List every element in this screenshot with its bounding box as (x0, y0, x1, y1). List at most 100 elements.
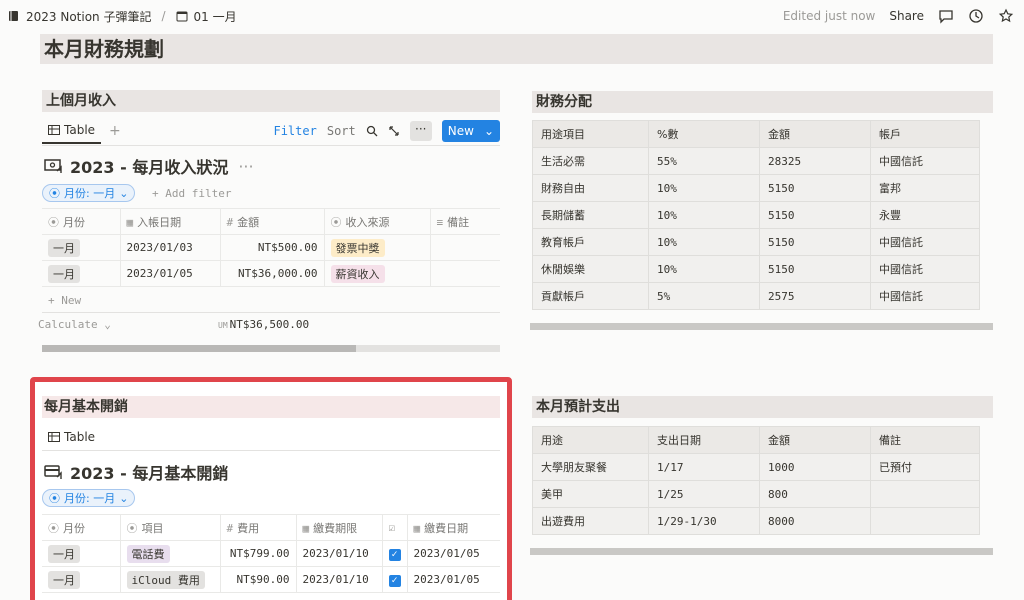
expand-icon[interactable] (388, 125, 400, 137)
col-source[interactable]: ⦿ 收入來源 (324, 208, 431, 235)
col-month[interactable]: ⦿ 月份 (42, 514, 121, 541)
table-cell[interactable]: 教育帳戶 (532, 228, 649, 256)
filter-button[interactable]: Filter (273, 124, 316, 138)
col-note[interactable]: ≡ 備註 (430, 208, 500, 235)
cost-cell[interactable]: NT$799.00 (220, 540, 297, 567)
table-cell[interactable]: 中國信託 (870, 255, 980, 283)
expenses-table: ⦿ 月份 ⦿ 項目 # 費用 ▦ 繳費期限 ☑ ▦ 繳費日期 一月 電話費 NT$799.… (42, 514, 500, 593)
table-row[interactable]: 一月 iCloud 費用 NT$90.00 2023/01/10 ✓ 2023/… (42, 566, 500, 593)
add-filter-button[interactable]: + Add filter (152, 187, 231, 200)
col-date[interactable]: ▦ 入帳日期 (120, 208, 221, 235)
number-icon: # (226, 521, 234, 535)
col-checkbox[interactable]: ☑ (382, 514, 408, 541)
table-cell[interactable]: 1/25 (648, 480, 760, 508)
table-cell[interactable]: 中國信託 (870, 147, 980, 175)
table-cell[interactable]: 10% (648, 201, 760, 229)
col-item[interactable]: ⦿ 項目 (120, 514, 221, 541)
col-paid-date[interactable]: ▦ 繳費日期 (407, 514, 500, 541)
more-options-button[interactable]: ··· (409, 121, 432, 141)
table-cell[interactable]: 貢獻帳戶 (532, 282, 649, 310)
cost-cell[interactable]: NT$90.00 (220, 566, 297, 593)
table-cell[interactable] (870, 507, 980, 535)
comment-icon[interactable] (938, 8, 954, 24)
table-cell[interactable]: 55% (648, 147, 760, 175)
new-button[interactable]: New ⌄ (441, 120, 500, 142)
paid-date-cell[interactable]: 2023/01/05 (407, 566, 500, 593)
clock-icon[interactable] (968, 8, 984, 24)
header-cell: %數 (648, 120, 760, 148)
month-filter-chip[interactable]: ⦿ 月份: 一月 ⌄ (42, 184, 136, 202)
table-cell[interactable]: 1/17 (648, 453, 760, 481)
table-cell[interactable]: 2575 (759, 282, 871, 310)
paid-checkbox[interactable]: ✓ (388, 548, 401, 561)
date-cell[interactable]: 2023/01/03 (120, 234, 221, 261)
date-cell[interactable]: 2023/01/05 (120, 260, 221, 287)
table-cell[interactable]: 大學朋友聚餐 (532, 453, 649, 481)
table-cell[interactable]: 5% (648, 282, 760, 310)
table-cell[interactable]: 10% (648, 255, 760, 283)
table-cell[interactable] (870, 480, 980, 508)
note-cell[interactable] (430, 234, 500, 261)
tab-table[interactable]: Table (42, 118, 102, 144)
col-due[interactable]: ▦ 繳費期限 (296, 514, 383, 541)
scrollbar-thumb[interactable] (42, 345, 356, 352)
table-cell[interactable]: 800 (759, 480, 871, 508)
sum-value: UM NT$36,500.00 (218, 318, 309, 331)
horizontal-scrollbar[interactable] (530, 548, 993, 555)
filter-circle-icon: ⦿ (49, 187, 60, 200)
table-cell[interactable]: 永豐 (870, 201, 980, 229)
table-cell[interactable]: 1000 (759, 453, 871, 481)
tab-table[interactable]: Table (42, 424, 101, 450)
planned-table: 用途 支出日期 金額 備註 大學朋友聚餐 1/17 1000 已預付 美甲 1/… (532, 426, 980, 535)
amount-cell[interactable]: NT$36,000.00 (220, 260, 325, 287)
col-month[interactable]: ⦿ 月份 (42, 208, 121, 235)
table-cell[interactable]: 中國信託 (870, 282, 980, 310)
breadcrumb-item-notebook[interactable]: 2023 Notion 子彈筆記 (26, 8, 151, 25)
table-cell[interactable]: 長期儲蓄 (532, 201, 649, 229)
table-cell[interactable]: 5150 (759, 255, 871, 283)
income-db-title-text: 2023 - 每月收入狀況 (70, 158, 229, 177)
table-cell[interactable]: 中國信託 (870, 228, 980, 256)
share-button[interactable]: Share (889, 9, 924, 23)
table-cell[interactable]: 5150 (759, 174, 871, 202)
table-cell[interactable]: 5150 (759, 201, 871, 229)
col-amount[interactable]: # 金額 (220, 208, 325, 235)
table-cell[interactable]: 美甲 (532, 480, 649, 508)
table-cell[interactable]: 10% (648, 228, 760, 256)
new-row-button[interactable]: + New (48, 294, 81, 307)
sort-button[interactable]: Sort (327, 124, 356, 138)
table-cell[interactable]: 富邦 (870, 174, 980, 202)
table-cell[interactable]: 生活必需 (532, 147, 649, 175)
calculate-button[interactable]: Calculate ⌄ (38, 318, 111, 331)
table-row[interactable]: 一月 2023/01/03 NT$500.00 發票中獎 (42, 234, 500, 261)
db-options-icon[interactable]: ··· (238, 157, 253, 176)
month-tag: 一月 (48, 544, 80, 563)
note-cell[interactable] (430, 260, 500, 287)
star-icon[interactable] (998, 8, 1014, 24)
table-cell[interactable]: 5150 (759, 228, 871, 256)
amount-cell[interactable]: NT$500.00 (220, 234, 325, 261)
month-filter-chip-label: 月份: 一月 (64, 492, 116, 505)
search-icon[interactable] (366, 125, 378, 137)
breadcrumb-item-january[interactable]: 01 一月 (194, 8, 237, 25)
table-cell[interactable]: 8000 (759, 507, 871, 535)
table-row[interactable]: 一月 電話費 NT$799.00 2023/01/10 ✓ 2023/01/05 (42, 540, 500, 567)
due-cell[interactable]: 2023/01/10 (296, 540, 383, 567)
add-view-button[interactable]: + (109, 123, 121, 139)
month-filter-chip[interactable]: ⦿ 月份: 一月 ⌄ (42, 489, 136, 507)
money-icon (44, 159, 62, 173)
col-cost[interactable]: # 費用 (220, 514, 297, 541)
table-cell[interactable]: 出遊費用 (532, 507, 649, 535)
due-cell[interactable]: 2023/01/10 (296, 566, 383, 593)
paid-checkbox[interactable]: ✓ (388, 574, 401, 587)
tab-table-label: Table (64, 123, 96, 137)
table-cell[interactable]: 10% (648, 174, 760, 202)
table-row[interactable]: 一月 2023/01/05 NT$36,000.00 薪資收入 (42, 260, 500, 287)
table-cell[interactable]: 財務自由 (532, 174, 649, 202)
horizontal-scrollbar[interactable] (530, 323, 993, 330)
table-cell[interactable]: 已預付 (870, 453, 980, 481)
table-cell[interactable]: 1/29-1/30 (648, 507, 760, 535)
table-cell[interactable]: 28325 (759, 147, 871, 175)
paid-date-cell[interactable]: 2023/01/05 (407, 540, 500, 567)
table-cell[interactable]: 休閒娛樂 (532, 255, 649, 283)
